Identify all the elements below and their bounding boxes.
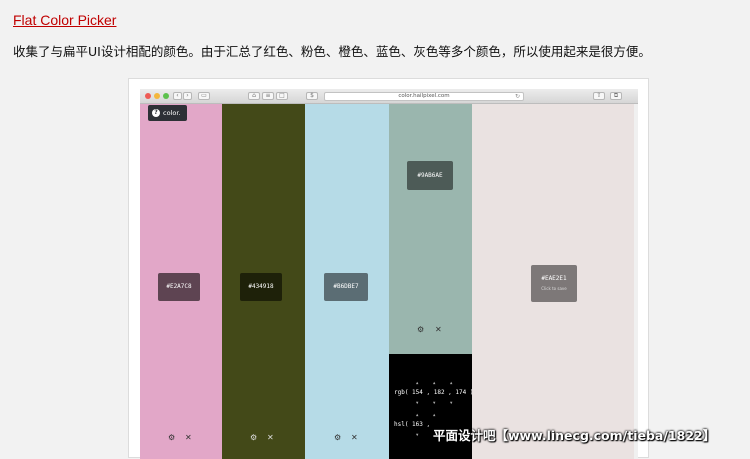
logo-icon: ? bbox=[152, 109, 160, 117]
browser-window: ‹ › ▭ ⌂ ≡ □ $ color.hailpixel.com ↻ ⇧ ⧉ … bbox=[140, 89, 638, 459]
home-icon[interactable]: ⌂ bbox=[248, 92, 260, 100]
color-swatch-4[interactable]: #9AB6AE bbox=[407, 161, 453, 190]
url-text: color.hailpixel.com bbox=[398, 93, 450, 99]
address-bar[interactable]: color.hailpixel.com ↻ bbox=[324, 92, 524, 101]
increment-red-icon[interactable]: ▲ bbox=[416, 380, 418, 385]
forward-arrow-icon[interactable]: › bbox=[183, 92, 192, 100]
increment-green-icon[interactable]: ▲ bbox=[433, 380, 435, 385]
bookmarks-icon[interactable]: ≡ bbox=[262, 92, 274, 100]
back-arrow-icon[interactable]: ‹ bbox=[173, 92, 182, 100]
color-column-2[interactable]: #434918 ⚙ ✕ bbox=[222, 104, 305, 459]
close-window-button[interactable] bbox=[145, 93, 151, 99]
swatch-hex-label: #EAE2E1 bbox=[541, 275, 567, 282]
gear-icon[interactable]: ⚙ bbox=[334, 433, 341, 442]
decrement-blue-icon[interactable]: ▼ bbox=[450, 400, 452, 405]
hsl-value: hsl( 163 , bbox=[394, 421, 431, 428]
dollar-icon[interactable]: $ bbox=[306, 92, 318, 100]
reload-icon[interactable]: ↻ bbox=[515, 93, 520, 100]
article-title-link[interactable]: Flat Color Picker bbox=[13, 12, 116, 28]
color-swatch-1[interactable]: #E2A7C8 bbox=[158, 273, 200, 301]
scrollbar[interactable] bbox=[634, 104, 638, 459]
color-column-3[interactable]: #B6DBE7 ⚙ ✕ bbox=[305, 104, 389, 459]
close-icon[interactable]: ✕ bbox=[185, 433, 192, 442]
gear-icon[interactable]: ⚙ bbox=[168, 433, 175, 442]
color-column-5[interactable]: #EAE2E1 Click to save bbox=[472, 104, 634, 459]
decrement-green-icon[interactable]: ▼ bbox=[433, 400, 435, 405]
share-icon[interactable]: □ bbox=[276, 92, 288, 100]
tabs-icon[interactable]: ⧉ bbox=[610, 92, 622, 100]
increment-hue-icon[interactable]: ▲ bbox=[416, 412, 418, 417]
color-column-1[interactable]: #E2A7C8 ⚙ ✕ bbox=[140, 104, 222, 459]
watermark: 平面设计吧【www.linecg.com/tieba/1822】 bbox=[433, 428, 716, 443]
sidebar-icon[interactable]: ▭ bbox=[198, 92, 210, 100]
close-icon[interactable]: ✕ bbox=[435, 325, 442, 334]
rgb-value: rgb( 154 , 182 , 174 ) bbox=[394, 389, 474, 396]
upload-icon[interactable]: ⇧ bbox=[593, 92, 605, 100]
color-column-4[interactable]: #9AB6AE ⚙ ✕ bbox=[389, 104, 472, 354]
click-to-save-hint: Click to save bbox=[541, 286, 567, 291]
decrement-hue-icon[interactable]: ▼ bbox=[416, 432, 418, 437]
decrement-red-icon[interactable]: ▼ bbox=[416, 400, 418, 405]
minimize-window-button[interactable] bbox=[154, 93, 160, 99]
close-icon[interactable]: ✕ bbox=[351, 433, 358, 442]
close-icon[interactable]: ✕ bbox=[267, 433, 274, 442]
browser-toolbar: ‹ › ▭ ⌂ ≡ □ $ color.hailpixel.com ↻ ⇧ ⧉ bbox=[140, 89, 638, 104]
gear-icon[interactable]: ⚙ bbox=[250, 433, 257, 442]
gear-icon[interactable]: ⚙ bbox=[417, 325, 424, 334]
article-description: 收集了与扁平UI设计相配的颜色。由于汇总了红色、粉色、橙色、蓝色、灰色等多个颜色… bbox=[13, 44, 651, 59]
color-swatch-2[interactable]: #434918 bbox=[240, 273, 282, 301]
increment-saturation-icon[interactable]: ▲ bbox=[433, 412, 435, 417]
logo-text: color. bbox=[163, 109, 181, 117]
color-swatch-5[interactable]: #EAE2E1 Click to save bbox=[531, 265, 577, 302]
app-logo: ? color. bbox=[148, 105, 187, 121]
zoom-window-button[interactable] bbox=[163, 93, 169, 99]
color-swatch-3[interactable]: #B6DBE7 bbox=[324, 273, 368, 301]
increment-blue-icon[interactable]: ▲ bbox=[450, 380, 452, 385]
